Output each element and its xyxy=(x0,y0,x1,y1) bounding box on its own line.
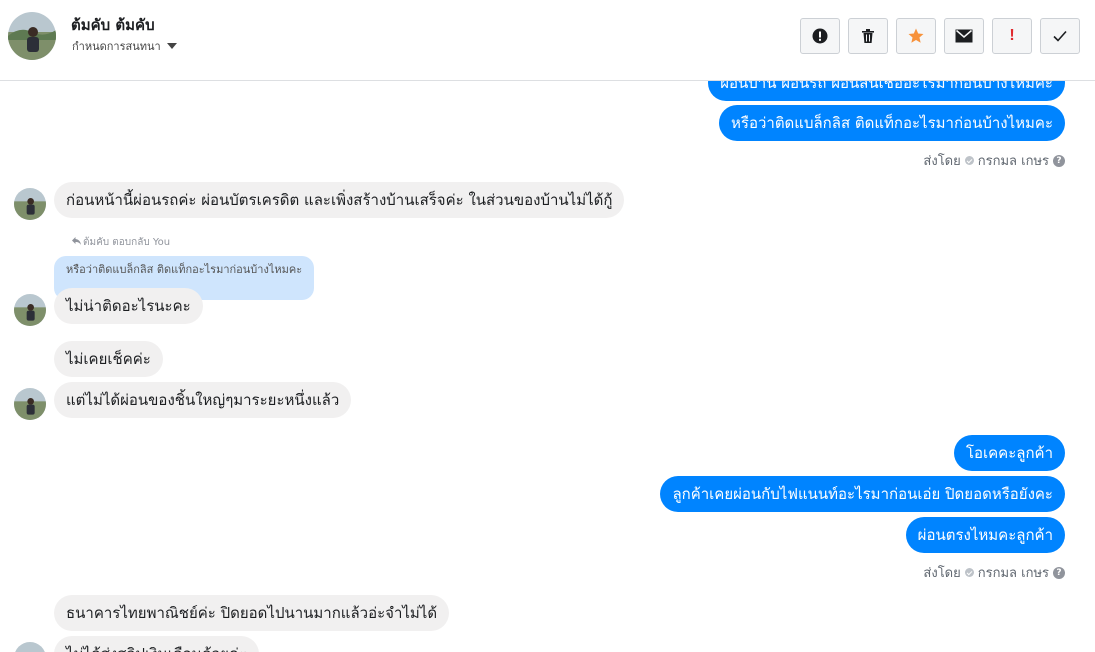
caret-down-icon xyxy=(166,43,177,49)
exclamation-icon: ! xyxy=(1009,27,1015,44)
envelope-icon xyxy=(955,29,973,43)
mark-unread-button[interactable] xyxy=(944,18,984,54)
conversation-header: ต้มคับ ต้มคับ กำหนดการสนทนา ! xyxy=(0,0,1095,81)
help-icon[interactable]: ? xyxy=(1053,154,1065,167)
trash-icon xyxy=(860,28,876,44)
sender-name[interactable]: กรกมล เกษร xyxy=(978,562,1049,583)
reply-arrow-icon xyxy=(72,237,81,248)
sent-by-prefix: ส่งโดย xyxy=(923,566,961,581)
verified-icon xyxy=(964,568,974,577)
check-icon xyxy=(1052,29,1068,43)
message-bubble-outgoing[interactable]: โอเคคะลูกค้า xyxy=(953,435,1065,471)
delete-button[interactable] xyxy=(848,18,888,54)
help-icon[interactable]: ? xyxy=(1053,566,1065,579)
message-bubble-outgoing[interactable]: ผ่อนตรงไหมคะลูกค้า xyxy=(905,517,1065,553)
contact-avatar-small[interactable] xyxy=(14,294,46,326)
mark-done-button[interactable] xyxy=(1040,18,1080,54)
sent-by-prefix: ส่งโดย xyxy=(923,154,961,169)
message-bubble-outgoing[interactable]: หรือว่าติดแบล็กลิส ติดแท็กอะไรมาก่อนบ้าง… xyxy=(719,105,1065,141)
contact-avatar-small[interactable] xyxy=(14,388,46,420)
message-bubble-outgoing[interactable]: ผ่อนบ้าน ผ่อนรถ ผ่อนสินเชื่ออะไรมาก่อนบ้… xyxy=(708,81,1065,101)
message-bubble-incoming[interactable]: ไม่น่าติดอะไรนะคะ xyxy=(54,288,203,324)
reply-note-text: ต้มคับ ตอบกลับ You xyxy=(83,237,171,248)
message-bubble-incoming[interactable]: ธนาคารไทยพาณิชย์ค่ะ ปิดยอดไปนานมากแล้วอ่… xyxy=(54,595,450,631)
sent-by-label: ส่งโดย กรกมล เกษร ? xyxy=(923,150,1065,171)
conversation-settings-dropdown[interactable]: กำหนดการสนทนา xyxy=(72,37,177,55)
sender-name[interactable]: กรกมล เกษร xyxy=(978,150,1049,171)
star-icon xyxy=(907,27,925,45)
contact-name[interactable]: ต้มคับ ต้มคับ xyxy=(71,13,155,37)
message-bubble-incoming[interactable]: ไม่ได้ส่งสลิปเงินเดือนด้วยค่ะ xyxy=(54,636,259,652)
alert-circle-icon xyxy=(812,28,828,44)
avatar-photo xyxy=(8,12,56,60)
sent-by-label: ส่งโดย กรกมล เกษร ? xyxy=(923,562,1065,583)
star-button[interactable] xyxy=(896,18,936,54)
verified-icon xyxy=(964,156,974,165)
contact-avatar-small[interactable] xyxy=(14,188,46,220)
reply-note: ต้มคับ ตอบกลับ You xyxy=(72,235,170,250)
message-thread[interactable]: ผ่อนบ้าน ผ่อนรถ ผ่อนสินเชื่ออะไรมาก่อนบ้… xyxy=(0,81,1095,652)
conversation-settings-label: กำหนดการสนทนา xyxy=(72,40,161,53)
message-bubble-incoming[interactable]: ไม่เคยเช็คค่ะ xyxy=(54,341,163,377)
message-bubble-incoming[interactable]: แต่ไม่ได้ผ่อนของชิ้นใหญ่ๆมาระยะหนึ่งแล้ว xyxy=(54,382,352,418)
message-bubble-incoming[interactable]: ก่อนหน้านี้ผ่อนรถค่ะ ผ่อนบัตรเครดิต และเ… xyxy=(54,182,625,218)
contact-avatar[interactable] xyxy=(8,12,56,60)
mark-important-button[interactable]: ! xyxy=(992,18,1032,54)
contact-avatar-small[interactable] xyxy=(14,642,46,652)
message-bubble-outgoing[interactable]: ลูกค้าเคยผ่อนกับไฟแนนท์อะไรมาก่อนเอ่ย ปิ… xyxy=(660,476,1065,512)
mark-spam-button[interactable] xyxy=(800,18,840,54)
